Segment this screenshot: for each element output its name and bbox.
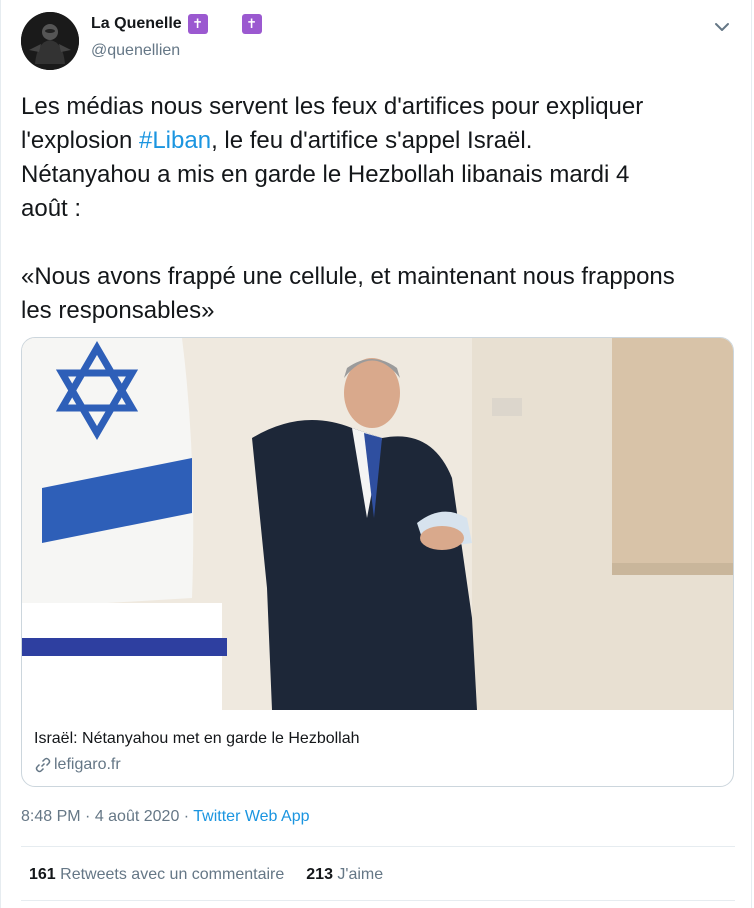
hashtag-link[interactable]: #Liban — [139, 127, 211, 154]
tweet-text-line: les responsables» — [21, 297, 215, 324]
card-title[interactable]: Israël: Nétanyahou met en garde le Hezbo… — [34, 730, 360, 748]
avatar-image — [21, 12, 79, 70]
cross-emoji-icon: ✝ — [187, 14, 208, 34]
author-display-name[interactable]: La Quenelle — [91, 15, 182, 33]
author-handle[interactable]: @quenellien — [91, 42, 180, 60]
meta-separator: · — [80, 808, 95, 825]
chevron-down-icon[interactable] — [713, 18, 731, 36]
tweet-text-line: Les médias nous servent les feux d'artif… — [21, 93, 644, 120]
meta-separator: · — [179, 808, 194, 825]
tweet-text-line: août : — [21, 195, 82, 222]
card-image[interactable] — [22, 338, 733, 710]
tweet-text-line: l'explosion — [21, 127, 139, 154]
likes-count: 213 — [306, 866, 333, 883]
divider — [21, 900, 735, 901]
divider — [21, 846, 735, 847]
retweets-count: 161 — [29, 866, 56, 883]
link-card[interactable]: Israël: Nétanyahou met en garde le Hezbo… — [21, 337, 734, 787]
tweet-meta: 8:48 PM · 4 août 2020 · Twitter Web App — [21, 808, 309, 826]
likes-label: J'aime — [337, 866, 384, 883]
tweet-text-line: Nétanyahou a mis en garde le Hezbollah l… — [21, 161, 630, 188]
link-icon — [35, 757, 51, 773]
avatar[interactable] — [21, 12, 79, 70]
author-name-row[interactable]: La Quenelle ✝ ✝ — [91, 14, 262, 34]
tweet-text: Les médias nous servent les feux d'artif… — [21, 90, 736, 328]
card-domain-text: lefigaro.fr — [54, 756, 121, 773]
tweet-text-line: «Nous avons frappé une cellule, et maint… — [21, 263, 675, 290]
tweet-container: La Quenelle ✝ ✝ @quenellien Les médias n… — [0, 0, 752, 908]
card-domain[interactable]: lefigaro.fr — [34, 756, 121, 774]
likes-stat[interactable]: 213 J'aime — [306, 866, 383, 884]
tweet-date[interactable]: 4 août 2020 — [95, 808, 180, 825]
retweets-stat[interactable]: 161 Retweets avec un commentaire — [29, 866, 284, 884]
retweets-label: Retweets avec un commentaire — [60, 866, 285, 883]
tweet-text-line: , le feu d'artifice s'appel Israël. — [211, 127, 533, 154]
card-photo — [22, 338, 733, 710]
tweet-stats: 161 Retweets avec un commentaire 213 J'a… — [29, 866, 383, 884]
tweet-source-link[interactable]: Twitter Web App — [193, 808, 309, 825]
cross-emoji-icon: ✝ — [241, 14, 262, 34]
tweet-time[interactable]: 8:48 PM — [21, 808, 81, 825]
french-flag-icon — [214, 16, 236, 32]
